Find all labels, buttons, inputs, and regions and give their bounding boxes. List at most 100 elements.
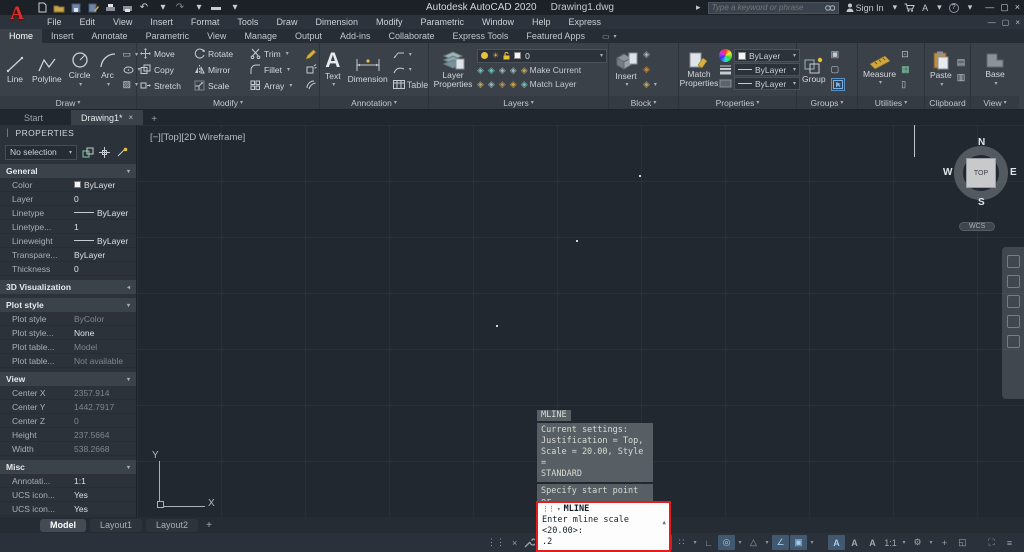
menu-insert[interactable]: Insert <box>141 15 182 29</box>
qat-dropdown-icon[interactable]: ▾ <box>229 2 241 13</box>
undo-icon[interactable]: ↶ <box>138 2 150 13</box>
tab-home[interactable]: Home <box>0 29 42 43</box>
copy-clip-tool[interactable]: ▥ <box>957 71 966 84</box>
tab-model[interactable]: Model <box>40 519 86 532</box>
create-block-tool[interactable]: ◈ <box>643 48 657 61</box>
tab-featured-apps[interactable]: Featured Apps <box>517 29 594 43</box>
annotation-monitor[interactable]: + <box>936 535 953 550</box>
group-edit-tool[interactable]: ▢ <box>831 63 845 76</box>
showmotion-icon[interactable] <box>1007 335 1020 348</box>
dimension-tool[interactable]: Dimension <box>346 55 390 85</box>
osnap-dropdown-icon[interactable]: ▾ <box>808 535 816 550</box>
isodraft-toggle[interactable]: △ <box>745 535 762 550</box>
line-tool[interactable]: Line <box>3 54 27 85</box>
layer-walk-icon[interactable]: ◈ <box>510 80 517 89</box>
commandline-close-icon[interactable]: × <box>512 538 517 548</box>
signin-dropdown-icon[interactable]: ▾ <box>893 2 898 13</box>
property-row-plot-table-type[interactable]: Plot table...Not available <box>0 354 136 368</box>
section-general[interactable]: General▾ <box>0 164 136 178</box>
tab-drawing1[interactable]: Drawing1*× <box>71 110 143 125</box>
viewcube[interactable]: N S W E TOP <box>947 139 1015 207</box>
lineweight-dropdown[interactable]: ByLayer▾ <box>734 77 800 90</box>
new-drawing-tab-button[interactable]: + <box>151 114 157 125</box>
section-view[interactable]: View▾ <box>0 372 136 386</box>
zoom-extents-icon[interactable] <box>1007 295 1020 308</box>
fillet-tool[interactable]: Fillet▾ <box>250 64 302 75</box>
app-dropdown-icon[interactable]: ▾ <box>937 2 942 13</box>
insert-block-tool[interactable]: Insert ▾ <box>612 50 640 90</box>
menu-window[interactable]: Window <box>473 15 523 29</box>
isodraft-dropdown-icon[interactable]: ▾ <box>763 535 771 550</box>
panel-label-view[interactable]: View▾ <box>971 96 1019 109</box>
command-grip-icon[interactable]: ⋮⋮ <box>542 504 554 515</box>
layer-state-icon[interactable]: ◈ <box>477 66 484 75</box>
viewcube-east[interactable]: E <box>1010 167 1017 178</box>
restore-button[interactable]: ▢ <box>1000 2 1009 13</box>
scale-tool[interactable]: Scale <box>194 80 250 91</box>
layer-off-icon[interactable]: ◈ <box>477 80 484 89</box>
panel-label-modify[interactable]: Modify▾ <box>137 96 319 109</box>
match-layer-tool[interactable]: ◈Match Layer <box>521 79 577 89</box>
help-dropdown-icon[interactable]: ▾ <box>968 2 973 13</box>
plot-icon[interactable] <box>104 2 116 13</box>
make-current-tool[interactable]: ◈Make Current <box>521 65 581 75</box>
offset-tool[interactable] <box>305 78 317 91</box>
open-folder-icon[interactable] <box>53 2 65 13</box>
cut-tool[interactable]: ▤ <box>957 56 966 69</box>
write-block-tool[interactable]: ◈ <box>643 63 657 76</box>
tab-express-tools[interactable]: Express Tools <box>444 29 518 43</box>
viewport-controls[interactable]: [−][Top][2D Wireframe] <box>150 132 245 143</box>
leader2-tool[interactable]: ▾ <box>393 63 429 76</box>
erase-tool[interactable] <box>305 48 317 61</box>
minimize-button[interactable]: — <box>985 2 994 13</box>
property-row-height[interactable]: Height237.5664 <box>0 428 136 442</box>
annotation-visibility-toggle[interactable]: A <box>828 535 845 550</box>
panel-label-groups[interactable]: Groups▾ <box>797 96 857 109</box>
trim-tool[interactable]: Trim▾ <box>250 48 302 59</box>
group-selection-toggle[interactable] <box>831 78 845 91</box>
layer-freeze-icon[interactable]: ◈ <box>499 66 506 75</box>
menu-view[interactable]: View <box>104 15 141 29</box>
ungroup-tool[interactable]: ▣ <box>831 48 845 61</box>
panel-label-clipboard[interactable]: Clipboard <box>925 96 970 109</box>
layer-delete-icon[interactable]: ◈ <box>499 80 506 89</box>
property-row-plot-style-table[interactable]: Plot style...None <box>0 326 136 340</box>
polyline-tool[interactable]: Polyline <box>30 54 64 85</box>
selection-dropdown[interactable]: No selection▾ <box>5 145 77 160</box>
ribbon-minimize-icon[interactable]: ▭ <box>602 32 610 41</box>
leader-tool[interactable]: ▾ <box>393 48 429 61</box>
snap-toggle[interactable]: ∷ <box>673 535 690 550</box>
menu-modify[interactable]: Modify <box>367 15 412 29</box>
tab-output[interactable]: Output <box>286 29 331 43</box>
move-tool[interactable]: Move <box>140 48 194 59</box>
menu-parametric[interactable]: Parametric <box>412 15 474 29</box>
search-box[interactable] <box>708 2 839 14</box>
doc-restore-button[interactable]: ▢ <box>1002 18 1010 27</box>
commandline-customize-icon[interactable] <box>524 537 535 548</box>
text-tool[interactable]: A Text ▾ <box>323 50 343 90</box>
close-button[interactable]: × <box>1015 2 1020 13</box>
command-line-input[interactable]: ⋮⋮ ▾ MLINE Enter mline scale <20.00>: .2… <box>536 501 671 552</box>
property-row-color[interactable]: ColorByLayer <box>0 178 136 192</box>
explode-tool[interactable] <box>305 63 317 76</box>
viewcube-top-face[interactable]: TOP <box>966 158 996 188</box>
menu-express[interactable]: Express <box>560 15 611 29</box>
section-3d-visualization[interactable]: 3D Visualization◂ <box>0 280 136 294</box>
circle-tool[interactable]: Circle ▾ <box>67 50 93 89</box>
search-input[interactable] <box>712 3 822 12</box>
select-objects-icon[interactable] <box>98 146 111 159</box>
doc-close-button[interactable]: × <box>1015 18 1020 27</box>
property-row-annotation-scale[interactable]: Annotati...1:1 <box>0 474 136 488</box>
autocad-logo-icon[interactable]: A <box>2 0 32 28</box>
array-tool[interactable]: Array▾ <box>250 80 302 91</box>
rotate-tool[interactable]: Rotate <box>194 48 250 59</box>
print-icon[interactable] <box>121 2 133 13</box>
doc-minimize-button[interactable]: — <box>988 18 996 27</box>
copy-tool[interactable]: Copy <box>140 64 194 75</box>
group-tool[interactable]: Group <box>800 55 828 85</box>
close-tab-icon[interactable]: × <box>129 113 134 122</box>
section-plot-style[interactable]: Plot style▾ <box>0 298 136 312</box>
clean-screen[interactable]: ⛶ <box>983 535 1000 550</box>
menu-help[interactable]: Help <box>523 15 560 29</box>
full-navigation-wheel-icon[interactable] <box>1007 255 1020 268</box>
